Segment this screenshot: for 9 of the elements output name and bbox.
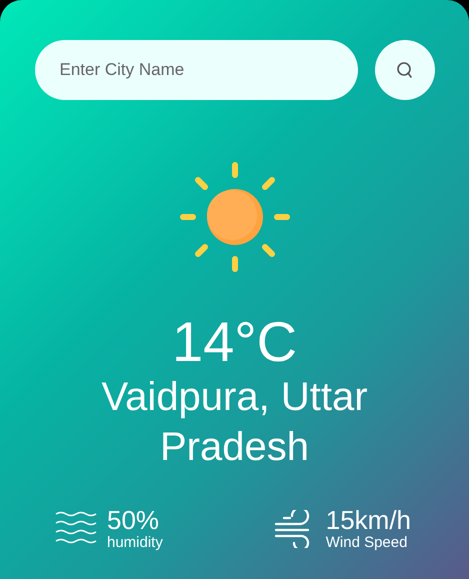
search-icon bbox=[396, 61, 414, 79]
search-field[interactable]: Enter City Name bbox=[34, 40, 358, 100]
stat-value: 15km/h bbox=[326, 506, 411, 534]
sun-icon bbox=[178, 160, 292, 274]
stat-value: 50% bbox=[107, 506, 160, 534]
city-name: Vaidpura, Uttar Pradesh bbox=[100, 374, 369, 471]
temperature: 14°C bbox=[172, 312, 298, 372]
stat-label: humidity bbox=[107, 534, 163, 552]
stat-label: Wind Speed bbox=[326, 534, 408, 552]
